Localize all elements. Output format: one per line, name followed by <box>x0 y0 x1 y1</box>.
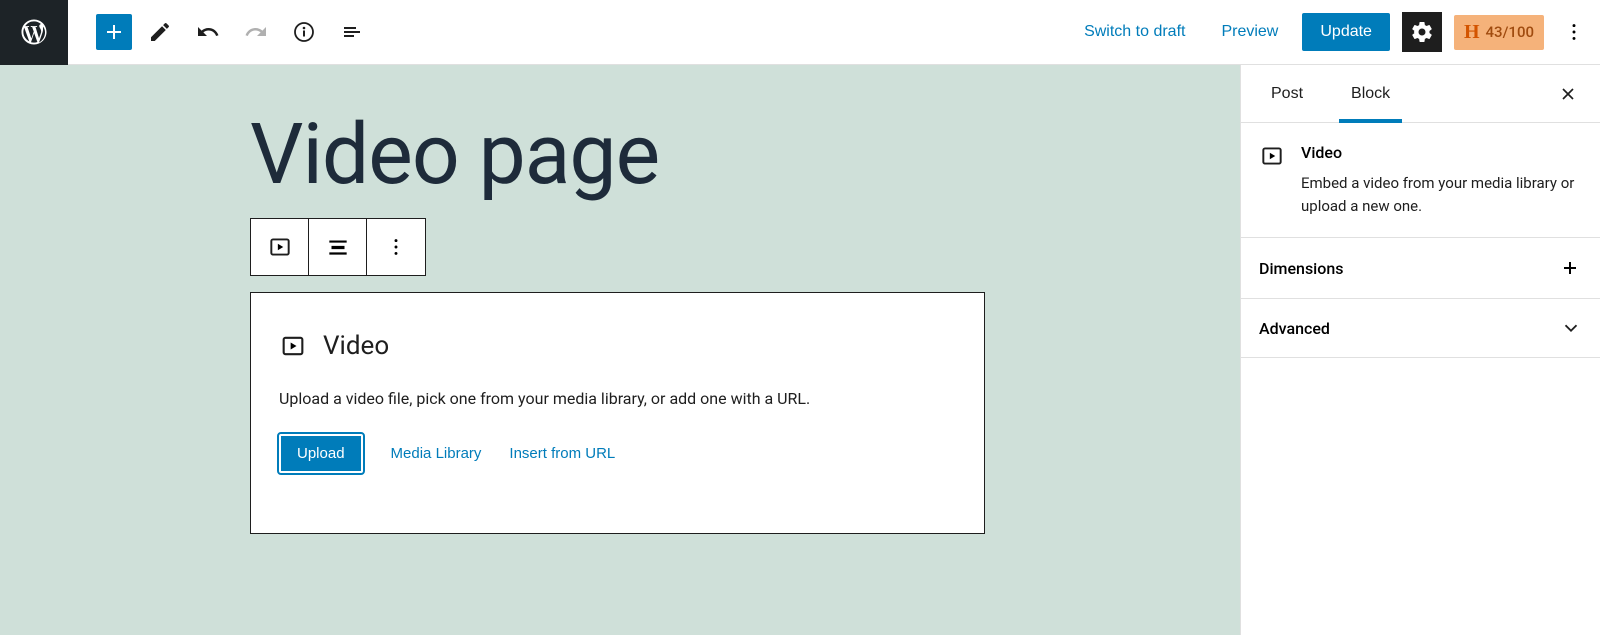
toolbar-right-group: Switch to draft Preview Update H 43/100 <box>1072 12 1600 52</box>
tab-block[interactable]: Block <box>1339 65 1402 122</box>
close-icon <box>1558 84 1578 104</box>
gear-icon <box>1410 20 1434 44</box>
redo-icon <box>244 20 268 44</box>
panel-dimensions[interactable]: Dimensions <box>1241 238 1600 299</box>
block-more-button[interactable] <box>367 219 425 275</box>
score-value: 43/100 <box>1486 23 1534 41</box>
media-library-button[interactable]: Media Library <box>391 445 482 462</box>
sidebar-block-info: Video Embed a video from your media libr… <box>1241 123 1600 238</box>
info-icon <box>292 20 316 44</box>
preview-button[interactable]: Preview <box>1209 15 1290 49</box>
insert-from-url-button[interactable]: Insert from URL <box>509 445 615 462</box>
top-toolbar: Switch to draft Preview Update H 43/100 <box>0 0 1600 65</box>
video-icon <box>1259 143 1285 169</box>
pencil-icon <box>148 20 172 44</box>
redo-button[interactable] <box>236 12 276 52</box>
align-icon <box>325 234 351 260</box>
plus-icon <box>102 20 126 44</box>
more-vertical-icon <box>1563 21 1585 43</box>
document-info-button[interactable] <box>284 12 324 52</box>
page-title[interactable]: Video page <box>250 105 1190 204</box>
main-area: Video page Video Upload a video file, pi… <box>0 65 1600 635</box>
block-type-button[interactable] <box>251 219 309 275</box>
wordpress-icon <box>19 17 49 47</box>
placeholder-title: Video <box>323 331 389 361</box>
more-vertical-icon <box>385 236 407 258</box>
panel-title: Dimensions <box>1259 259 1343 278</box>
sidebar-block-description: Embed a video from your media library or… <box>1301 172 1582 217</box>
wp-logo[interactable] <box>0 0 68 65</box>
plus-icon <box>1558 256 1582 280</box>
upload-button[interactable]: Upload <box>279 434 363 473</box>
options-menu-button[interactable] <box>1556 12 1592 52</box>
sidebar-close-button[interactable] <box>1554 80 1582 108</box>
block-align-button[interactable] <box>309 219 367 275</box>
sidebar-tabs: Post Block <box>1241 65 1600 123</box>
video-icon <box>279 332 307 360</box>
edit-mode-button[interactable] <box>140 12 180 52</box>
h-icon: H <box>1464 21 1480 44</box>
sidebar-block-name: Video <box>1301 143 1582 162</box>
panel-advanced[interactable]: Advanced <box>1241 299 1600 358</box>
list-view-icon <box>340 20 364 44</box>
undo-button[interactable] <box>188 12 228 52</box>
seo-score-badge[interactable]: H 43/100 <box>1454 15 1544 50</box>
update-button[interactable]: Update <box>1302 13 1390 51</box>
block-toolbar <box>250 218 426 276</box>
editor-canvas[interactable]: Video page Video Upload a video file, pi… <box>0 65 1240 635</box>
settings-sidebar: Post Block Video Embed a video from your… <box>1240 65 1600 635</box>
placeholder-header: Video <box>279 331 956 361</box>
add-block-button[interactable] <box>96 14 132 50</box>
panel-title: Advanced <box>1259 319 1330 338</box>
undo-icon <box>196 20 220 44</box>
placeholder-actions: Upload Media Library Insert from URL <box>279 434 956 473</box>
toolbar-left-group <box>68 12 372 52</box>
chevron-down-icon <box>1560 317 1582 339</box>
list-view-button[interactable] <box>332 12 372 52</box>
video-icon <box>267 234 293 260</box>
video-block-placeholder: Video Upload a video file, pick one from… <box>250 292 985 534</box>
placeholder-instructions: Upload a video file, pick one from your … <box>279 389 956 408</box>
settings-toggle-button[interactable] <box>1402 12 1442 52</box>
tab-post[interactable]: Post <box>1259 65 1315 122</box>
switch-to-draft-button[interactable]: Switch to draft <box>1072 15 1197 49</box>
